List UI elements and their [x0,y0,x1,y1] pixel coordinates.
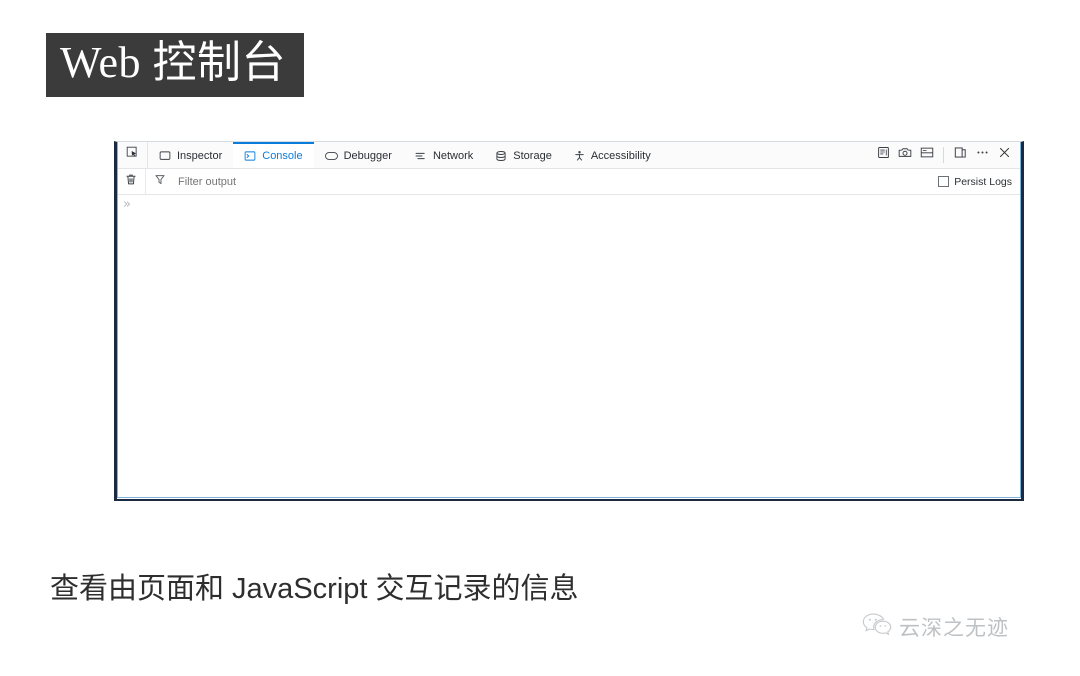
screenshot-button[interactable] [894,142,916,168]
tab-storage[interactable]: Storage [484,142,563,168]
console-input-row[interactable]: » [117,195,1021,218]
meatball-menu-icon [975,146,990,164]
debugger-icon [324,150,338,162]
watermark: 云深之无迹 [862,612,1009,642]
tool-divider [943,147,944,163]
inspector-icon [159,150,171,162]
clear-console-button[interactable] [117,169,146,194]
tab-storage-label: Storage [513,150,552,162]
filter-funnel-button[interactable] [146,169,174,194]
tab-network[interactable]: Network [403,142,484,168]
tab-debugger[interactable]: Debugger [314,142,403,168]
element-picker-icon [126,146,139,164]
slide-caption: 查看由页面和 JavaScript 交互记录的信息 [50,573,579,605]
tab-debugger-label: Debugger [343,150,392,162]
filter-funnel-icon [154,173,166,191]
tab-accessibility-label: Accessibility [590,150,651,162]
filter-output-input[interactable] [174,169,939,194]
dock-to-side-button[interactable] [949,142,971,168]
responsive-design-mode-icon [877,146,890,164]
close-devtools-button[interactable] [993,142,1015,168]
persist-logs-label: Persist Logs [954,175,1012,188]
console-output-area[interactable]: » [117,195,1021,499]
tab-accessibility[interactable]: Accessibility [563,142,662,168]
devtools-panel: Inspector Console Debugger Network Stora… [114,141,1024,501]
element-picker-button[interactable] [117,142,148,168]
persist-logs-checkbox[interactable] [938,176,950,187]
dock-to-side-icon [954,146,967,164]
devtools-tabbar: Inspector Console Debugger Network Stora… [117,142,1021,169]
page-title: Web 控制台 [60,38,287,87]
tab-console-label: Console [262,150,303,162]
tabbar-spacer [662,142,872,168]
network-icon [414,150,427,162]
tab-inspector-label: Inspector [177,150,223,162]
trash-icon [125,173,137,191]
persist-logs-toggle[interactable]: Persist Logs [938,176,1021,188]
split-console-button[interactable] [916,142,938,168]
tab-console[interactable]: Console [233,142,314,168]
tab-inspector[interactable]: Inspector [148,142,233,168]
watermark-text: 云深之无迹 [899,616,1009,640]
accessibility-icon [574,150,585,162]
devtools-tab-list: Inspector Console Debugger Network Stora… [148,142,662,168]
storage-icon [495,150,507,162]
close-icon [998,146,1011,164]
slide-title-banner: Web 控制台 [46,33,305,97]
console-filter-toolbar: Persist Logs [117,169,1021,195]
tab-network-label: Network [432,150,474,162]
split-console-icon [920,146,934,164]
screenshot-camera-icon [898,146,912,164]
meatball-menu-button[interactable] [971,142,993,168]
devtools-tool-icons [872,142,1021,168]
responsive-design-mode-button[interactable] [872,142,894,168]
console-icon [244,150,256,162]
wechat-logo-icon [862,612,892,642]
console-prompt-chevron-icon: » [123,197,131,212]
